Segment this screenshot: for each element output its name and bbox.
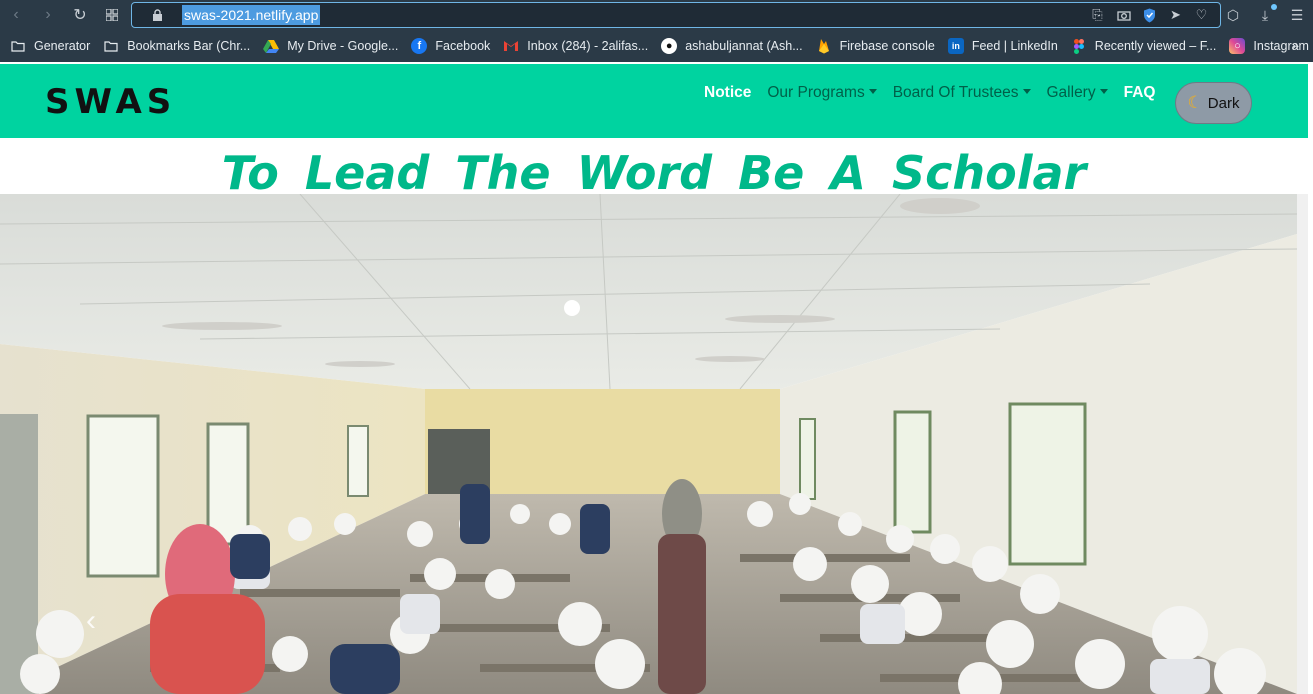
nav-gallery[interactable]: Gallery (1047, 84, 1108, 102)
gmail-icon (503, 38, 519, 54)
site-navbar: SWAS Notice Our Programs Board Of Truste… (0, 64, 1308, 138)
bookmark-label: Recently viewed – F... (1094, 39, 1217, 53)
bookmark-label: My Drive - Google... (287, 39, 399, 53)
nav-our-programs[interactable]: Our Programs (767, 84, 877, 102)
github-icon: ● (661, 38, 678, 54)
website-viewport: SWAS Notice Our Programs Board Of Truste… (0, 62, 1313, 694)
bookmark-label: Inbox (284) - 2alifas... (527, 39, 649, 53)
site-brand[interactable]: SWAS (45, 82, 176, 122)
figma-icon (1071, 38, 1087, 54)
bookmark-facebook[interactable]: f Facebook (411, 38, 490, 54)
box-icon[interactable]: ⬡ (1223, 7, 1243, 24)
bookmark-gmail[interactable]: Inbox (284) - 2alifas... (503, 38, 648, 54)
bookmarks-overflow-button[interactable]: » (1292, 38, 1299, 53)
dark-mode-label: Dark (1207, 94, 1240, 112)
caret-down-icon (1099, 88, 1108, 94)
send-icon[interactable]: ➤ (1167, 6, 1184, 24)
drive-icon (263, 38, 280, 54)
nav-label: Board Of Trustees (892, 84, 1019, 101)
folder-icon (103, 38, 119, 54)
lock-icon[interactable] (150, 8, 164, 22)
site-menu: Notice Our Programs Board Of Trustees Ga… (704, 84, 1171, 102)
reload-icon[interactable]: ↻ (64, 0, 96, 30)
nav-faq[interactable]: FAQ (1124, 84, 1156, 102)
heart-icon[interactable]: ♡ (1193, 6, 1210, 24)
hero-classroom-photo: ‹ (0, 194, 1297, 694)
forward-icon[interactable]: › (32, 0, 64, 30)
firebase-icon (816, 38, 832, 54)
bookmark-label: Bookmarks Bar (Chr... (127, 39, 251, 53)
bookmark-generator[interactable]: Generator (10, 38, 90, 54)
bookmark-firebase[interactable]: Firebase console (816, 38, 935, 54)
moon-icon: ☾ (1187, 93, 1203, 112)
address-bar[interactable]: swas-2021.netlify.app ⎘ ➤ ♡ (131, 2, 1221, 28)
camera-icon[interactable] (1115, 6, 1132, 24)
bookmark-github[interactable]: ● ashabuljannat (Ash... (661, 38, 803, 54)
url-text[interactable]: swas-2021.netlify.app (182, 5, 321, 25)
caret-down-icon (1022, 88, 1031, 94)
linkedin-icon: in (947, 38, 964, 54)
bookmark-linkedin[interactable]: in Feed | LinkedIn (947, 38, 1058, 54)
bookmark-figma[interactable]: Recently viewed – F... (1071, 38, 1217, 54)
menu-icon[interactable]: ☰ (1287, 7, 1307, 24)
download-icon[interactable]: ⤓ (1255, 3, 1277, 24)
bookmark-label: Facebook (435, 39, 491, 53)
share-icon[interactable]: ⎘ (1089, 6, 1106, 24)
bookmark-bookmarks-bar[interactable]: Bookmarks Bar (Chr... (103, 38, 250, 54)
grid-icon[interactable] (96, 0, 128, 30)
bookmark-label: Firebase console (839, 39, 935, 53)
folder-icon (10, 38, 26, 54)
nav-notice[interactable]: Notice (704, 84, 751, 102)
nav-label: Gallery (1046, 84, 1096, 101)
back-icon[interactable]: ‹ (0, 0, 32, 30)
nav-board-of-trustees[interactable]: Board Of Trustees (893, 84, 1031, 102)
page-scrollbar[interactable] (1297, 194, 1308, 694)
hero-tagline: To Lead The Word Be A Scholar (221, 146, 1087, 200)
bookmark-my-drive[interactable]: My Drive - Google... (263, 38, 398, 54)
bookmark-label: Generator (34, 39, 91, 53)
browser-toolbar: ‹ › ↻ swas-2021.netlify.app ⎘ ➤ ♡ ⬡ ⤓ ☰ (0, 0, 1313, 30)
caret-down-icon (868, 88, 877, 94)
shield-icon[interactable] (1141, 6, 1158, 24)
bookmark-label: ashabuljannat (Ash... (685, 39, 803, 53)
bookmark-label: Instagram (1253, 39, 1309, 53)
carousel-prev-icon[interactable]: ‹ (86, 604, 96, 638)
instagram-icon: ○ (1229, 38, 1246, 54)
facebook-icon: f (411, 38, 428, 54)
dark-mode-toggle[interactable]: ☾ Dark (1175, 82, 1252, 124)
bookmarks-bar: Generator Bookmarks Bar (Chr... My Drive… (0, 30, 1313, 62)
nav-label: Our Programs (767, 84, 865, 101)
bookmark-label: Feed | LinkedIn (971, 39, 1058, 53)
